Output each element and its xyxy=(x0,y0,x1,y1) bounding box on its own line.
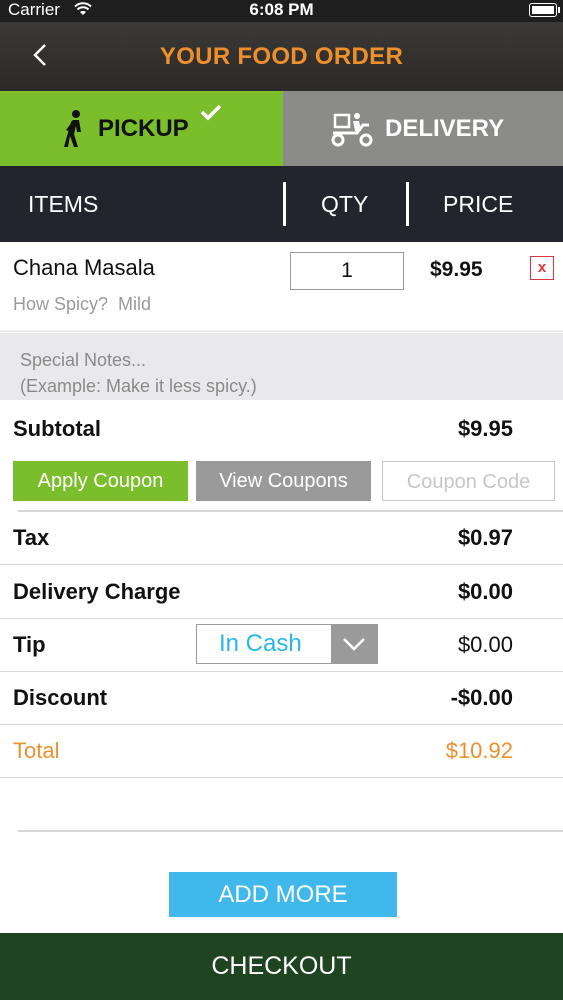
item-spice-level: How Spicy? Mild xyxy=(13,294,151,315)
tip-method-value: In Cash xyxy=(219,630,302,657)
tab-delivery[interactable]: DELIVERY xyxy=(283,91,563,166)
coupon-bar: Apply Coupon View Coupons Coupon Code xyxy=(0,455,563,511)
divider xyxy=(18,830,563,832)
column-price: PRICE xyxy=(443,191,514,217)
total-row: Total $10.92 xyxy=(0,724,563,778)
spice-label: How Spicy? xyxy=(13,294,109,314)
clock: 6:08 PM xyxy=(249,0,314,19)
checkout-button[interactable]: CHECKOUT xyxy=(0,933,563,1000)
total-label: Total xyxy=(13,738,60,763)
subtotal-value: $9.95 xyxy=(457,416,513,441)
tip-label: Tip xyxy=(13,632,46,657)
tip-method-select[interactable]: In Cash xyxy=(196,624,378,664)
tab-pickup[interactable]: PICKUP xyxy=(0,91,283,166)
status-bar: Carrier 6:08 PM xyxy=(0,0,563,22)
remove-item-icon[interactable]: x xyxy=(530,256,554,280)
tax-value: $0.97 xyxy=(457,525,513,550)
subtotal-label: Subtotal xyxy=(13,416,101,441)
tax-row: Tax $0.97 xyxy=(0,511,563,565)
page-title: YOUR FOOD ORDER xyxy=(159,43,404,70)
column-qty: QTY xyxy=(321,191,369,217)
discount-value: -$0.00 xyxy=(450,685,513,710)
notes-example: (Example: Make it less spicy.) xyxy=(20,376,257,396)
battery-icon xyxy=(529,3,560,17)
delivery-charge-value: $0.00 xyxy=(457,579,513,604)
quantity-input[interactable]: 1 xyxy=(290,252,404,290)
delivery-scooter-icon xyxy=(329,111,375,154)
discount-label: Discount xyxy=(13,685,108,710)
column-divider xyxy=(406,182,409,226)
discount-row: Discount -$0.00 xyxy=(0,671,563,725)
coupon-code-input[interactable]: Coupon Code xyxy=(382,461,555,501)
item-name: Chana Masala xyxy=(13,255,155,280)
add-more-button[interactable]: ADD MORE xyxy=(169,872,397,917)
nav-header: YOUR FOOD ORDER xyxy=(0,22,563,91)
tax-label: Tax xyxy=(13,525,50,550)
apply-coupon-button[interactable]: Apply Coupon xyxy=(13,461,188,501)
chevron-down-icon[interactable] xyxy=(331,625,377,663)
subtotal-row: Subtotal $9.95 xyxy=(0,402,563,455)
tip-value: $0.00 xyxy=(457,632,513,657)
walking-person-icon xyxy=(60,109,90,154)
tab-pickup-label: PICKUP xyxy=(98,115,189,142)
total-value: $10.92 xyxy=(445,738,513,763)
order-item-row: Chana Masala How Spicy? Mild 1 $9.95 x xyxy=(0,242,563,332)
order-column-header: ITEMS QTY PRICE xyxy=(0,166,563,242)
item-price: $9.95 xyxy=(430,258,483,281)
column-divider xyxy=(283,182,286,226)
delivery-charge-label: Delivery Charge xyxy=(13,579,181,604)
spice-value: Mild xyxy=(118,294,152,314)
column-items: ITEMS xyxy=(28,191,99,217)
delivery-charge-row: Delivery Charge $0.00 xyxy=(0,565,563,619)
tab-delivery-label: DELIVERY xyxy=(385,115,505,142)
notes-placeholder: Special Notes... xyxy=(20,350,147,370)
tip-row: Tip In Cash $0.00 xyxy=(0,618,563,672)
checkmark-icon xyxy=(199,103,223,126)
special-notes-field[interactable]: Special Notes... (Example: Make it less … xyxy=(0,333,563,400)
view-coupons-button[interactable]: View Coupons xyxy=(196,461,371,501)
